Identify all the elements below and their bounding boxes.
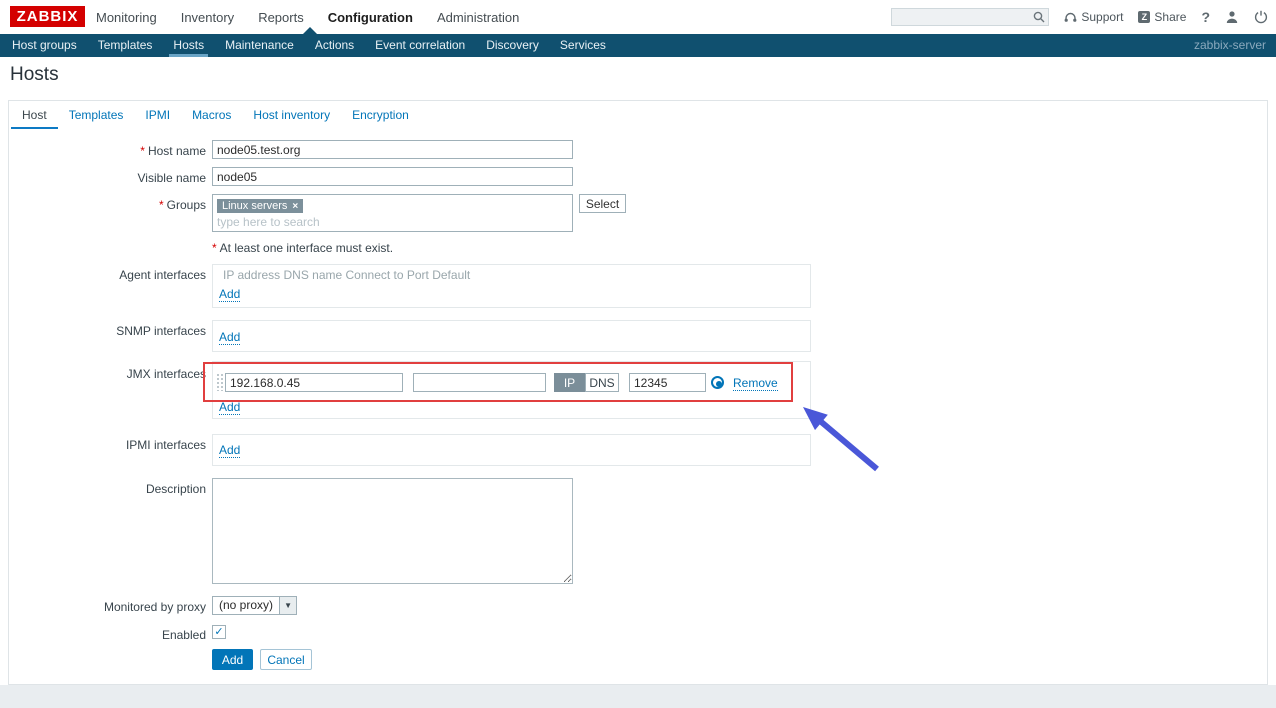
share-z-icon: Z bbox=[1138, 11, 1151, 23]
proxy-label: Monitored by proxy bbox=[103, 600, 206, 614]
subnav-maintenance[interactable]: Maintenance bbox=[221, 34, 298, 57]
checkmark-icon: ✓ bbox=[214, 625, 224, 638]
top-right-controls: Support Z Share ? bbox=[891, 0, 1268, 34]
jmx-interfaces-label: JMX interfaces bbox=[126, 367, 206, 381]
interface-required-note: * At least one interface must exist. bbox=[212, 241, 394, 255]
chip-remove-icon[interactable]: × bbox=[292, 201, 298, 212]
proxy-select[interactable]: (no proxy) ▼ bbox=[212, 596, 298, 615]
headset-icon bbox=[1064, 12, 1077, 22]
chevron-down-icon[interactable]: ▼ bbox=[279, 597, 297, 614]
subnav-templates[interactable]: Templates bbox=[94, 34, 157, 57]
share-link[interactable]: Z Share bbox=[1138, 10, 1186, 24]
cancel-button[interactable]: Cancel bbox=[260, 649, 312, 670]
jmx-row-drag-handle[interactable] bbox=[216, 373, 225, 391]
subnav-services[interactable]: Services bbox=[556, 34, 610, 57]
page-footer bbox=[0, 685, 1276, 708]
jmx-dns-input[interactable] bbox=[413, 373, 546, 392]
tab-host[interactable]: Host bbox=[11, 101, 58, 129]
jmx-port-input[interactable] bbox=[629, 373, 706, 392]
global-search bbox=[891, 8, 1050, 26]
groups-search-placeholder[interactable]: type here to search bbox=[217, 215, 568, 229]
tab-templates[interactable]: Templates bbox=[58, 101, 135, 129]
top-bar: ZABBIX Monitoring Inventory Reports Conf… bbox=[0, 0, 1276, 34]
radio-dot bbox=[715, 380, 722, 387]
global-search-input[interactable] bbox=[891, 8, 1050, 26]
config-sub-nav: Host groups Templates Hosts Maintenance … bbox=[0, 34, 1276, 57]
jmx-default-radio[interactable] bbox=[711, 376, 724, 389]
share-label: Share bbox=[1154, 10, 1187, 24]
add-button[interactable]: Add bbox=[212, 649, 253, 670]
host-form-card: Host Templates IPMI Macros Host inventor… bbox=[8, 100, 1268, 685]
menu-administration[interactable]: Administration bbox=[437, 10, 519, 25]
subnav-discovery[interactable]: Discovery bbox=[482, 34, 543, 57]
tab-macros[interactable]: Macros bbox=[181, 101, 242, 129]
ipmi-add-link[interactable]: Add bbox=[219, 443, 241, 458]
description-textarea[interactable] bbox=[212, 478, 573, 584]
user-profile-icon[interactable] bbox=[1225, 10, 1239, 24]
jmx-dns-toggle[interactable]: DNS bbox=[585, 373, 619, 392]
group-chip-linux-servers: Linux servers × bbox=[217, 199, 304, 213]
support-label: Support bbox=[1081, 10, 1124, 24]
groups-multiselect[interactable]: Linux servers × type here to search bbox=[212, 194, 573, 232]
subnav-host-groups[interactable]: Host groups bbox=[8, 34, 81, 57]
agent-interfaces-label: Agent interfaces bbox=[119, 268, 206, 282]
proxy-selected-value: (no proxy) bbox=[219, 598, 274, 612]
help-icon[interactable]: ? bbox=[1201, 9, 1210, 25]
snmp-interfaces-box bbox=[212, 320, 811, 352]
menu-inventory[interactable]: Inventory bbox=[181, 10, 234, 25]
subnav-hosts[interactable]: Hosts bbox=[169, 34, 208, 57]
support-link[interactable]: Support bbox=[1064, 10, 1123, 24]
ipmi-interfaces-box bbox=[212, 434, 811, 466]
snmp-interfaces-label: SNMP interfaces bbox=[116, 324, 206, 338]
active-menu-caret bbox=[303, 27, 317, 34]
jmx-add-link[interactable]: Add bbox=[219, 400, 241, 415]
group-chip-label: Linux servers bbox=[222, 200, 288, 212]
tab-ipmi[interactable]: IPMI bbox=[134, 101, 181, 129]
agent-add-link[interactable]: Add bbox=[219, 287, 241, 302]
subnav-actions[interactable]: Actions bbox=[311, 34, 358, 57]
jmx-ip-input[interactable] bbox=[225, 373, 403, 392]
enabled-label: Enabled bbox=[161, 628, 206, 642]
visible-name-label: Visible name bbox=[137, 171, 206, 185]
menu-reports[interactable]: Reports bbox=[258, 10, 304, 25]
ipmi-interfaces-label: IPMI interfaces bbox=[125, 438, 206, 452]
required-asterisk: * bbox=[140, 144, 145, 158]
tab-encryption[interactable]: Encryption bbox=[341, 101, 420, 129]
host-name-label: * Host name bbox=[140, 144, 206, 158]
visible-name-input[interactable] bbox=[212, 167, 573, 186]
menu-monitoring[interactable]: Monitoring bbox=[96, 10, 157, 25]
subnav-event-correlation[interactable]: Event correlation bbox=[371, 34, 469, 57]
zabbix-logo[interactable]: ZABBIX bbox=[10, 6, 85, 27]
server-name: zabbix-server bbox=[1193, 38, 1266, 52]
search-icon[interactable] bbox=[1033, 11, 1045, 23]
enabled-checkbox[interactable]: ✓ bbox=[212, 625, 226, 639]
host-name-input[interactable] bbox=[212, 140, 573, 159]
jmx-ip-toggle[interactable]: IP bbox=[554, 373, 585, 392]
jmx-remove-link[interactable]: Remove bbox=[733, 376, 778, 391]
required-asterisk: * bbox=[158, 198, 164, 212]
groups-select-button[interactable]: Select bbox=[579, 194, 626, 213]
menu-configuration[interactable]: Configuration bbox=[328, 10, 413, 25]
description-label: Description bbox=[145, 482, 206, 496]
snmp-add-link[interactable]: Add bbox=[219, 330, 241, 345]
logout-power-icon[interactable] bbox=[1254, 10, 1268, 24]
agent-interfaces-columns-header: IP address DNS name Connect to Port Defa… bbox=[223, 268, 471, 282]
tab-host-inventory[interactable]: Host inventory bbox=[242, 101, 341, 129]
groups-label: * Groups bbox=[158, 198, 206, 212]
form-tabs: Host Templates IPMI Macros Host inventor… bbox=[11, 101, 420, 129]
page-title: Hosts bbox=[10, 64, 59, 85]
